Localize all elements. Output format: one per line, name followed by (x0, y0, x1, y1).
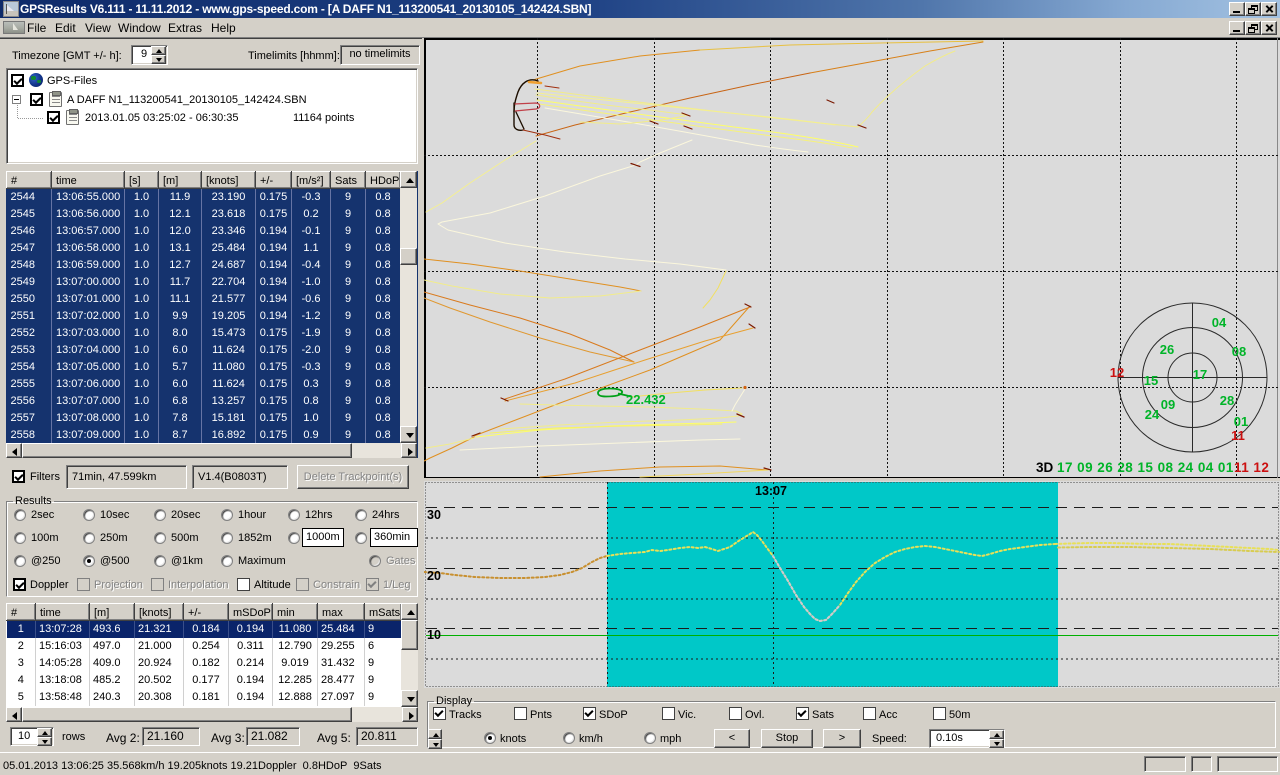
svg-text:08: 08 (1232, 344, 1246, 359)
svg-text:20: 20 (427, 569, 441, 583)
svg-text:15: 15 (1144, 373, 1158, 388)
svg-text:10: 10 (427, 628, 441, 642)
svg-text:12: 12 (1110, 365, 1124, 380)
svg-text:17 09 26 28 15 08 24 04 01: 17 09 26 28 15 08 24 04 01 (1057, 460, 1234, 475)
svg-text:04: 04 (1212, 315, 1227, 330)
svg-text:11: 11 (1231, 428, 1245, 443)
svg-text:28: 28 (1220, 393, 1234, 408)
svg-text:17: 17 (1193, 367, 1207, 382)
svg-text:26: 26 (1160, 342, 1174, 357)
svg-text:24: 24 (1145, 407, 1160, 422)
svg-text:01: 01 (1234, 414, 1248, 429)
svg-text:3D: 3D (1036, 460, 1054, 475)
svg-text:11 12: 11 12 (1234, 460, 1269, 475)
svg-text:09: 09 (1161, 397, 1175, 412)
svg-text:13:07: 13:07 (755, 484, 787, 498)
svg-text:30: 30 (427, 508, 441, 522)
svg-text:22.432: 22.432 (626, 392, 666, 407)
